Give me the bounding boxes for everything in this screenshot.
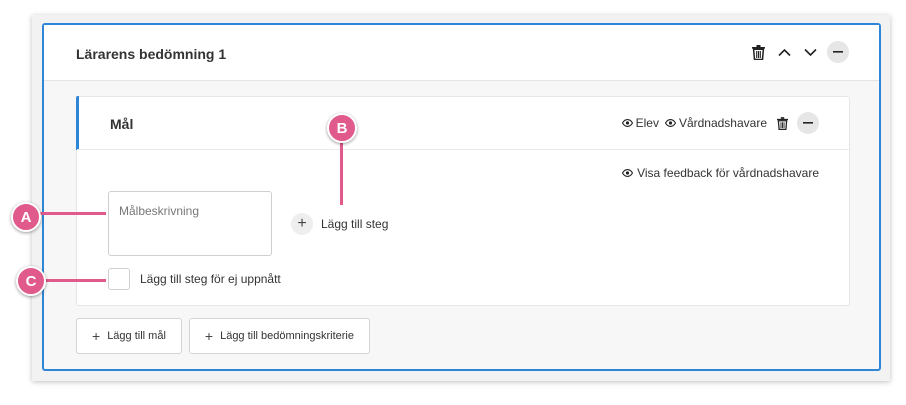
add-criteria-label: Lägg till bedömningskriterie [220, 330, 354, 342]
eye-icon [621, 119, 633, 127]
callout-a: A [11, 202, 41, 232]
student-label: Elev [635, 116, 659, 130]
goal-card: Mål Elev Vårdnadshavare Visa feedback fö… [76, 96, 850, 306]
goal-actions: Elev Vårdnadshavare [621, 112, 819, 134]
show-feedback-label: Visa feedback för vårdnadshavare [637, 166, 819, 180]
add-step-label: Lägg till steg [321, 217, 389, 231]
chevron-down-icon[interactable] [801, 42, 819, 62]
plus-icon: + [92, 328, 101, 344]
assessment-actions [749, 41, 849, 63]
footer-actions: + Lägg till mål + Lägg till bedömningskr… [76, 318, 370, 354]
add-goal-button[interactable]: + Lägg till mål [76, 318, 182, 354]
add-step-button[interactable]: + Lägg till steg [291, 213, 388, 235]
chevron-up-icon[interactable] [775, 42, 793, 62]
trash-icon[interactable] [749, 42, 767, 62]
add-criteria-button[interactable]: + Lägg till bedömningskriterie [188, 318, 370, 354]
minus-icon [803, 122, 813, 124]
not-achieved-row: Lägg till steg för ej uppnått [108, 268, 281, 290]
assessment-title: Lärarens bedömning 1 [76, 46, 227, 62]
eye-icon [622, 169, 634, 177]
plus-icon: + [291, 213, 313, 235]
show-feedback-guardian-toggle[interactable]: Visa feedback för vårdnadshavare [622, 166, 819, 180]
plus-icon: + [204, 328, 214, 344]
minus-icon [833, 51, 843, 53]
callout-c: C [16, 266, 46, 296]
callout-c-line [42, 279, 106, 282]
collapse-goal-button[interactable] [797, 112, 819, 134]
not-achieved-checkbox[interactable] [108, 268, 130, 290]
assessment-header: Lärarens bedömning 1 [44, 25, 879, 81]
goal-description-input[interactable] [108, 191, 272, 256]
eye-icon [664, 119, 676, 127]
callout-a-line [38, 212, 106, 215]
screen: Lärarens bedömning 1 Mål Elev Vårdnadsha… [0, 0, 906, 405]
guardian-label: Vårdnadshavare [678, 116, 767, 130]
collapse-assessment-button[interactable] [827, 41, 849, 63]
trash-icon[interactable] [773, 113, 791, 133]
visibility-student-toggle[interactable]: Elev [621, 116, 659, 130]
visibility-guardian-toggle[interactable]: Vårdnadshavare [664, 116, 767, 130]
add-goal-label: Lägg till mål [107, 330, 166, 342]
assessment-panel: Lärarens bedömning 1 Mål Elev Vårdnadsha… [42, 23, 881, 371]
callout-b-line [340, 135, 343, 205]
callout-b: B [327, 113, 357, 143]
goal-header: Mål Elev Vårdnadshavare [77, 97, 849, 150]
goal-title: Mål [110, 116, 134, 132]
not-achieved-label: Lägg till steg för ej uppnått [140, 272, 281, 286]
